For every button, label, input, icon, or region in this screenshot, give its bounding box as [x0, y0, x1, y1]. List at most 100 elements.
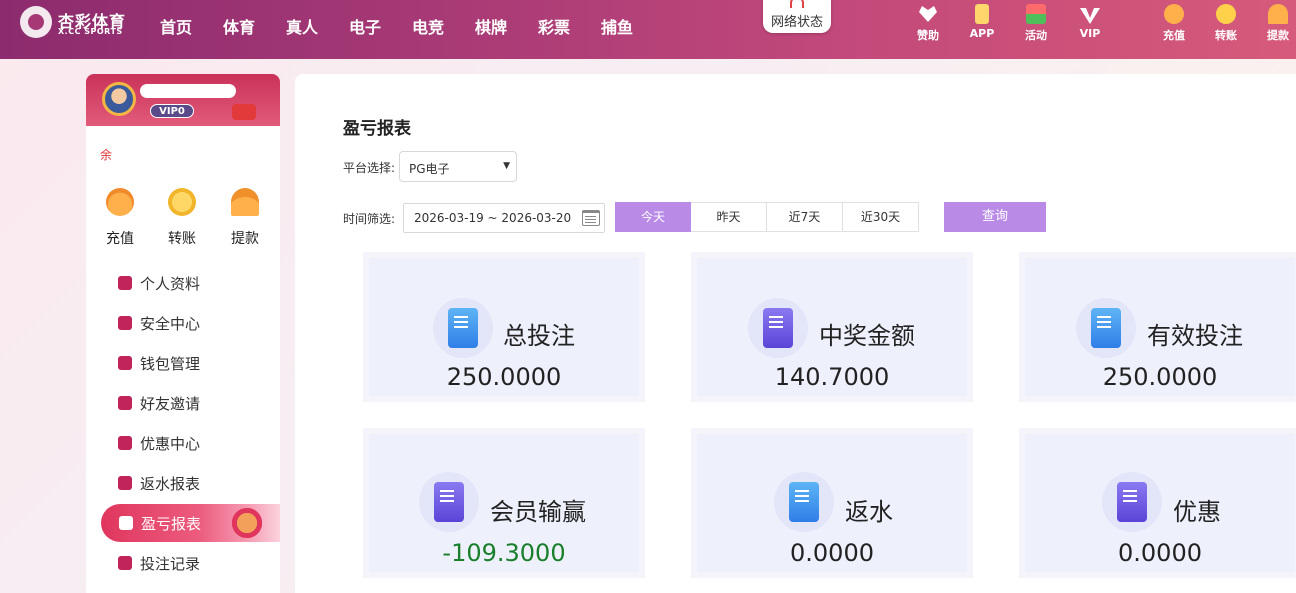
profit-report-icon	[119, 516, 133, 530]
card-value: 250.0000	[1102, 363, 1218, 391]
card-title: 返水	[845, 498, 893, 526]
sidebar-item-label: 个人资料	[140, 274, 201, 293]
fan-icon	[1268, 4, 1288, 24]
app-label: APP	[969, 27, 995, 40]
nav-sports[interactable]: 体育	[223, 14, 286, 38]
sidebar-item-promotions[interactable]: 优惠中心	[100, 424, 280, 462]
main-panel: 盈亏报表 平台选择: PG电子 ▼ 时间筛选: 2026-03-19 ~ 202…	[295, 74, 1296, 593]
card-icon-wrap	[433, 298, 493, 358]
balance-mask	[120, 144, 200, 160]
vip-icon	[1080, 8, 1100, 24]
sidebar-transfer-button[interactable]: 转账	[162, 188, 202, 248]
caret-down-icon: ▼	[503, 161, 510, 171]
date-range-value: 2026-03-19 ~ 2026-03-20	[414, 211, 572, 225]
sidebar-item-security[interactable]: 安全中心	[100, 304, 280, 342]
platform-select-value: PG电子	[409, 162, 450, 176]
deposit-button[interactable]: 充值	[1154, 4, 1194, 43]
invite-icon	[118, 396, 132, 410]
logo[interactable]: 杏彩体育 X.CC SPORTS	[20, 6, 130, 42]
logo-subtitle: X.CC SPORTS	[58, 27, 123, 36]
card-icon-wrap	[774, 472, 834, 532]
sponsor-button[interactable]: 赞助	[908, 4, 948, 43]
stat-card-valid-bet: 有效投注 250.0000	[1019, 252, 1296, 402]
sidebar-item-profile[interactable]: 个人资料	[100, 264, 280, 302]
vip-level-badge: VIP0	[150, 104, 194, 118]
vip-button[interactable]: VIP	[1070, 4, 1110, 40]
transfer-label: 转账	[1215, 29, 1237, 42]
period-30days-button[interactable]: 近30天	[843, 202, 919, 232]
money-bag-icon	[1164, 4, 1184, 24]
stat-card-member-pnl: 会员输赢 -109.3000	[363, 428, 645, 578]
sidebar-item-wallet[interactable]: 钱包管理	[100, 344, 280, 382]
ticket-icon	[118, 436, 132, 450]
signal-icon	[790, 0, 804, 8]
withdraw-label: 提款	[1267, 29, 1289, 42]
period-7days-button[interactable]: 近7天	[767, 202, 843, 232]
card-value: 0.0000	[790, 539, 874, 567]
stat-card-bonus: 优惠 0.0000	[1019, 428, 1296, 578]
fan-icon	[231, 188, 259, 216]
nav-cards[interactable]: 棋牌	[475, 14, 538, 38]
time-filter-label: 时间筛选:	[343, 212, 396, 226]
top-header: 杏彩体育 X.CC SPORTS 首页 体育 真人 电子 电竞 棋牌 彩票 捕鱼…	[0, 0, 1296, 59]
deposit-label: 充值	[1163, 29, 1185, 42]
card-title: 优惠	[1173, 498, 1221, 526]
heart-hands-icon	[919, 6, 937, 22]
sidebar-item-rebate-report[interactable]: 返水报表	[100, 464, 280, 502]
period-today-button[interactable]: 今天	[615, 202, 691, 232]
wallet-icon	[118, 356, 132, 370]
platform-label: 平台选择:	[343, 161, 396, 175]
card-value: -109.3000	[442, 539, 566, 567]
sidebar-item-bet-records[interactable]: 投注记录	[100, 544, 280, 582]
transfer-button[interactable]: 转账	[1206, 4, 1246, 43]
date-range-picker[interactable]: 2026-03-19 ~ 2026-03-20	[403, 203, 605, 233]
platform-select[interactable]: PG电子 ▼	[399, 151, 517, 182]
app-button[interactable]: APP	[962, 4, 1002, 40]
card-icon-wrap	[419, 472, 479, 532]
sidebar-item-label: 安全中心	[140, 314, 201, 333]
document-icon	[448, 308, 478, 348]
sidebar-withdraw-label: 提款	[231, 231, 259, 247]
nav-lottery[interactable]: 彩票	[538, 14, 601, 38]
nav-slots[interactable]: 电子	[349, 14, 412, 38]
coins-icon	[168, 188, 196, 216]
nav-fishing[interactable]: 捕鱼	[601, 14, 664, 38]
network-status-button[interactable]: 网络状态	[763, 0, 831, 33]
balance-label: 余	[100, 148, 113, 162]
main-nav: 首页 体育 真人 电子 电竞 棋牌 彩票 捕鱼	[160, 14, 664, 38]
shield-icon	[118, 316, 132, 330]
sidebar-item-profit-report[interactable]: 盈亏报表	[101, 504, 280, 542]
sidebar-item-label: 优惠中心	[140, 434, 201, 453]
sidebar-item-invite[interactable]: 好友邀请	[100, 384, 280, 422]
vip-label: VIP	[1079, 27, 1101, 40]
nav-home[interactable]: 首页	[160, 14, 223, 38]
sidebar-deposit-label: 充值	[106, 231, 134, 247]
hand-coin-icon	[1117, 482, 1147, 522]
query-button[interactable]: 查询	[944, 202, 1046, 232]
money-bag-icon	[106, 188, 134, 216]
stat-card-winnings: 中奖金额 140.7000	[691, 252, 973, 402]
username-mask	[140, 84, 236, 98]
nav-live[interactable]: 真人	[286, 14, 349, 38]
card-icon-wrap	[1102, 472, 1162, 532]
card-title: 会员输赢	[490, 498, 586, 526]
sponsor-label: 赞助	[917, 29, 939, 42]
profile-header: VIP0	[86, 74, 280, 126]
card-value: 250.0000	[446, 363, 562, 391]
card-value: 140.7000	[774, 363, 890, 391]
account-sidebar: VIP0 余 充值 转账 提款 个人资料 安全中心 钱包管理 好友邀请 优惠中心…	[86, 74, 280, 593]
gift-icon	[1026, 4, 1046, 24]
avatar[interactable]	[102, 82, 136, 116]
promotions-button[interactable]: 活动	[1016, 4, 1056, 43]
ticket-icon	[1091, 308, 1121, 348]
id-card-icon	[118, 276, 132, 290]
calendar-icon	[582, 210, 600, 226]
nav-esports[interactable]: 电竞	[412, 14, 475, 38]
period-yesterday-button[interactable]: 昨天	[691, 202, 767, 232]
sidebar-item-label: 好友邀请	[140, 394, 201, 413]
sidebar-withdraw-button[interactable]: 提款	[225, 188, 265, 248]
withdraw-button[interactable]: 提款	[1258, 4, 1296, 43]
sidebar-deposit-button[interactable]: 充值	[100, 188, 140, 248]
card-title: 有效投注	[1147, 322, 1243, 350]
red-envelope-icon	[232, 104, 256, 120]
